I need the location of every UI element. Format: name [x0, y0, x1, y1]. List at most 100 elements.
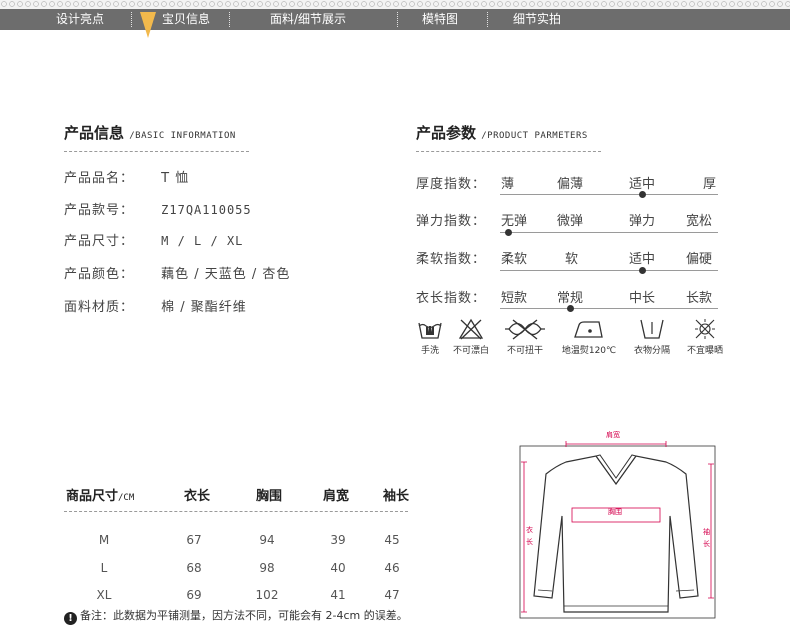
- size-table-unit: /CM: [118, 493, 135, 503]
- param-option: 无弹: [501, 214, 528, 229]
- size-cell: 45: [384, 533, 400, 547]
- no-wring-icon: [505, 319, 545, 340]
- size-table-divider: [64, 511, 408, 512]
- param-scale-line: [500, 194, 718, 195]
- size-cell: 98: [259, 561, 275, 575]
- length-label-1: 衣: [526, 525, 533, 534]
- param-option: 短款: [501, 291, 528, 306]
- param-scale-line: [500, 232, 718, 233]
- size-table-title-text: 商品尺寸: [66, 489, 119, 504]
- param-indicator-dot: [639, 191, 646, 198]
- care-label: 地温熨120℃: [561, 346, 617, 356]
- info-value: 藕色 / 天蓝色 / 杏色: [161, 267, 291, 282]
- param-label-softness: 柔软指数：: [416, 252, 487, 267]
- top-navigation-bar: 设计亮点 宝贝信息 面料/细节展示 模特图 细节实拍: [0, 0, 790, 30]
- nav-item-model-photos[interactable]: 模特图: [422, 11, 458, 28]
- param-option: 软: [565, 252, 579, 267]
- care-label: 不可漂白: [452, 346, 489, 356]
- warning-icon: !: [64, 612, 77, 625]
- nav-separator: [229, 12, 230, 27]
- nav-item-design-highlights[interactable]: 设计亮点: [56, 11, 104, 28]
- info-row-style-number: 产品款号： Z17QA110055: [64, 199, 252, 218]
- info-label: 产品品名：: [64, 171, 135, 186]
- product-info-heading: 产品信息 /BASIC INFORMATION: [64, 122, 236, 143]
- info-label: 面料材质：: [64, 300, 135, 315]
- care-item: 衣物分隔: [623, 318, 681, 356]
- nav-decorative-border: [0, 0, 790, 9]
- size-cell: 69: [186, 588, 202, 602]
- shoulder-label: 肩宽: [606, 430, 620, 439]
- param-indicator-dot: [505, 229, 512, 236]
- info-value: T 恤: [161, 171, 190, 186]
- care-item: 地温熨120℃: [560, 318, 618, 356]
- size-header-length: 衣长: [184, 489, 211, 504]
- size-cell: 41: [330, 588, 346, 602]
- info-value: Z17QA110055: [161, 203, 252, 217]
- tshirt-outline: [533, 455, 699, 613]
- length-measure-line: [521, 461, 527, 613]
- size-cell: 47: [384, 588, 400, 602]
- info-label: 产品款号：: [64, 203, 135, 218]
- product-info-subtitle: /BASIC INFORMATION: [129, 131, 236, 141]
- size-row-label: XL: [96, 588, 112, 602]
- info-row-sizes: 产品尺寸： M / L / XL: [64, 230, 243, 249]
- nav-separator: [397, 12, 398, 27]
- param-label-length: 衣长指数：: [416, 291, 487, 306]
- active-nav-indicator: [140, 12, 156, 38]
- param-option: 适中: [629, 177, 656, 192]
- measurement-note: ! 备注：此数据为平铺测量，因方法不同，可能会有 2-4cm 的误差。: [64, 607, 408, 625]
- size-header-sleeve: 袖长: [383, 489, 410, 504]
- param-option: 常规: [557, 291, 584, 306]
- param-scale-line: [500, 308, 718, 309]
- length-label-2: 长: [526, 537, 533, 546]
- info-value: M / L / XL: [161, 234, 244, 248]
- size-row-label: L: [100, 561, 108, 575]
- size-cell: 46: [384, 561, 400, 575]
- param-option: 偏硬: [686, 252, 713, 267]
- chest-label: 胸围: [608, 507, 622, 516]
- size-cell: 102: [255, 588, 279, 602]
- param-option: 薄: [501, 177, 515, 192]
- product-info-divider: [64, 151, 249, 152]
- no-sun-dry-icon: [695, 319, 715, 339]
- care-item: 不宜曝晒: [676, 318, 734, 356]
- param-option: 中长: [629, 291, 656, 306]
- no-bleach-icon: [458, 318, 484, 340]
- param-option: 适中: [629, 252, 656, 267]
- product-params-title: 产品参数: [416, 124, 477, 142]
- param-option: 柔软: [501, 252, 528, 267]
- product-params-subtitle: /PRODUCT PARMETERS: [481, 131, 588, 141]
- care-label: 不宜曝晒: [686, 346, 723, 356]
- size-cell: 40: [330, 561, 346, 575]
- measurement-note-text: 备注：此数据为平铺测量，因方法不同，可能会有 2-4cm 的误差。: [80, 609, 408, 622]
- info-label: 产品颜色：: [64, 267, 135, 282]
- size-header-shoulder: 肩宽: [323, 489, 350, 504]
- tshirt-measurement-diagram: 肩宽 胸围 衣 长 袖 长: [519, 430, 716, 619]
- separate-wash-icon: [640, 319, 664, 339]
- care-item: 不可漂白: [442, 318, 500, 356]
- param-label-thickness: 厚度指数：: [416, 177, 487, 192]
- info-row-colors: 产品颜色： 藕色 / 天蓝色 / 杏色: [64, 263, 290, 282]
- nav-items: 设计亮点 宝贝信息 面料/细节展示 模特图 细节实拍: [0, 9, 790, 30]
- nav-separator: [487, 12, 488, 27]
- care-label: 不可扭干: [506, 346, 543, 356]
- hand-wash-icon: [418, 322, 442, 339]
- low-iron-icon: [574, 321, 603, 338]
- size-cell: 68: [186, 561, 202, 575]
- param-label-elasticity: 弹力指数：: [416, 214, 487, 229]
- size-cell: 67: [186, 533, 202, 547]
- param-option: 偏薄: [557, 177, 584, 192]
- param-option: 弹力: [629, 214, 656, 229]
- nav-item-fabric-details[interactable]: 面料/细节展示: [270, 11, 346, 28]
- param-option: 宽松: [686, 214, 713, 229]
- product-params-heading: 产品参数 /PRODUCT PARMETERS: [416, 122, 588, 143]
- info-row-material: 面料材质： 棉 / 聚酯纤维: [64, 296, 247, 315]
- product-info-title: 产品信息: [64, 124, 125, 142]
- care-label: 衣物分隔: [633, 346, 670, 356]
- nav-item-detail-photos[interactable]: 细节实拍: [513, 11, 561, 28]
- param-indicator-dot: [567, 305, 574, 312]
- nav-item-product-info[interactable]: 宝贝信息: [162, 11, 210, 28]
- sleeve-label-2: 长: [703, 539, 710, 548]
- param-option: 微弹: [557, 214, 584, 229]
- info-value: 棉 / 聚酯纤维: [161, 300, 247, 315]
